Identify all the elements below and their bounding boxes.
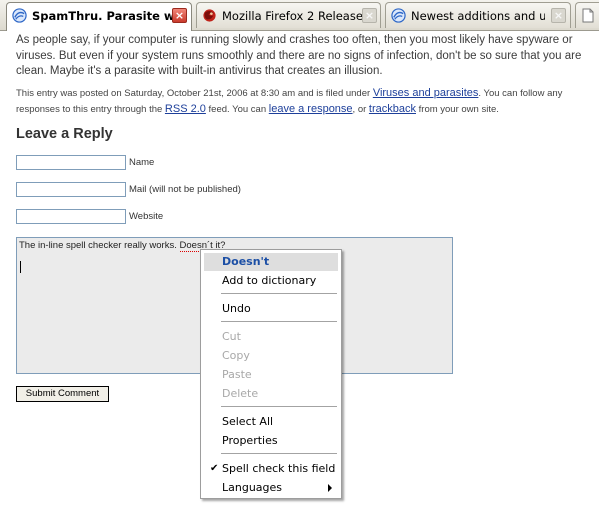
checkmark-icon: ✔ xyxy=(210,463,219,474)
meta-text: This entry was posted on Saturday, Octob… xyxy=(16,88,373,99)
submit-comment-button[interactable]: Submit Comment xyxy=(16,386,109,402)
red-firefox-icon xyxy=(203,9,216,22)
tab-title: Mozilla Firefox 2 Release ... xyxy=(222,9,362,23)
menu-item-copy[interactable]: Copy xyxy=(204,347,338,365)
menu-item-suggestion[interactable]: Doesn't xyxy=(204,253,338,271)
menu-item-label: Spell check this field xyxy=(222,462,336,475)
article-paragraph: As people say, if your computer is runni… xyxy=(16,34,582,77)
name-field[interactable] xyxy=(16,155,126,170)
meta-text: , or xyxy=(352,103,369,115)
text-caret xyxy=(20,261,21,273)
website-field[interactable] xyxy=(16,209,126,224)
tab-title: SpamThru. Parasite wi... xyxy=(32,9,172,23)
close-tab-icon[interactable]: × xyxy=(362,8,377,23)
menu-item-select-all[interactable]: Select All xyxy=(204,413,338,431)
menu-item-spell-check[interactable]: ✔ Spell check this field xyxy=(204,460,338,478)
blank-page-icon xyxy=(582,8,594,23)
globe-page-icon xyxy=(391,8,406,23)
trackback-link[interactable]: trackback xyxy=(369,103,416,115)
leave-response-link[interactable]: leave a response xyxy=(269,103,353,115)
menu-item-undo[interactable]: Undo xyxy=(204,300,338,318)
close-tab-icon[interactable]: × xyxy=(172,8,187,23)
category-link[interactable]: Viruses and parasites xyxy=(373,87,479,99)
tab-blank-partial[interactable] xyxy=(575,2,599,28)
meta-text: feed. You can xyxy=(205,103,269,115)
menu-item-languages[interactable]: Languages xyxy=(204,479,338,497)
close-tab-icon[interactable]: × xyxy=(551,8,566,23)
context-menu: Doesn't Add to dictionary Undo Cut Copy … xyxy=(200,249,342,499)
menu-item-label: Languages xyxy=(222,481,283,494)
menu-item-cut[interactable]: Cut xyxy=(204,328,338,346)
mail-field[interactable] xyxy=(16,182,126,197)
globe-page-icon xyxy=(12,8,27,23)
menu-item-delete[interactable]: Delete xyxy=(204,385,338,403)
tab-strip: SpamThru. Parasite wi... × Mozilla Firef… xyxy=(0,0,599,31)
menu-separator xyxy=(221,406,337,407)
comment-text-start: The in-line spell checker really works. xyxy=(19,240,180,251)
menu-separator xyxy=(221,453,337,454)
name-label: Name xyxy=(129,157,155,168)
reply-heading: Leave a Reply xyxy=(16,126,113,142)
menu-item-properties[interactable]: Properties xyxy=(204,432,338,450)
entry-meta: This entry was posted on Saturday, Octob… xyxy=(16,86,594,117)
mail-label: Mail (will not be published) xyxy=(129,184,241,195)
menu-item-add-to-dictionary[interactable]: Add to dictionary xyxy=(204,272,338,290)
menu-separator xyxy=(221,293,337,294)
meta-text: from your own site. xyxy=(416,103,499,115)
menu-item-paste[interactable]: Paste xyxy=(204,366,338,384)
website-label: Website xyxy=(129,211,164,222)
menu-separator xyxy=(221,321,337,322)
tab-title: Newest additions and up... xyxy=(411,9,545,23)
submenu-arrow-icon xyxy=(328,484,332,492)
tab-newest-additions[interactable]: Newest additions and up... × xyxy=(385,2,571,28)
tab-mozilla-firefox[interactable]: Mozilla Firefox 2 Release ... × xyxy=(196,2,381,28)
tab-spamthru[interactable]: SpamThru. Parasite wi... × xyxy=(6,2,192,31)
rss-link[interactable]: RSS 2.0 xyxy=(165,103,206,115)
